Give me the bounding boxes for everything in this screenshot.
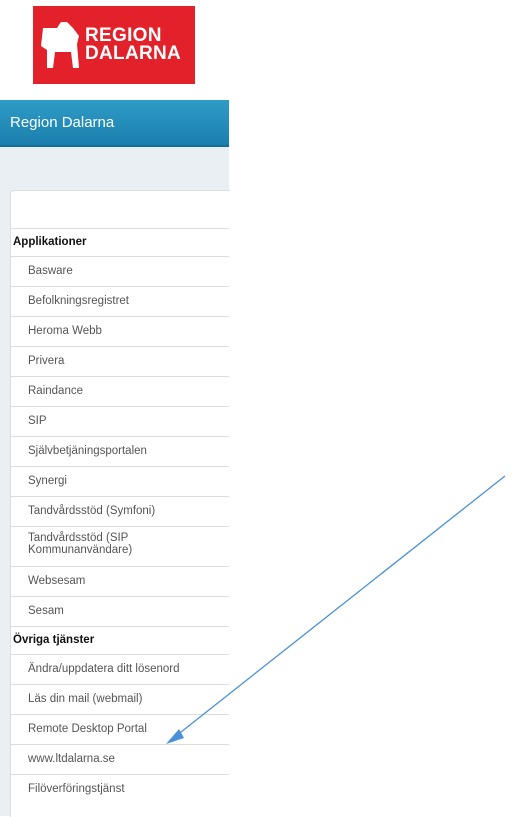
arrow-line [175,475,506,737]
annotation-arrow [166,475,506,744]
